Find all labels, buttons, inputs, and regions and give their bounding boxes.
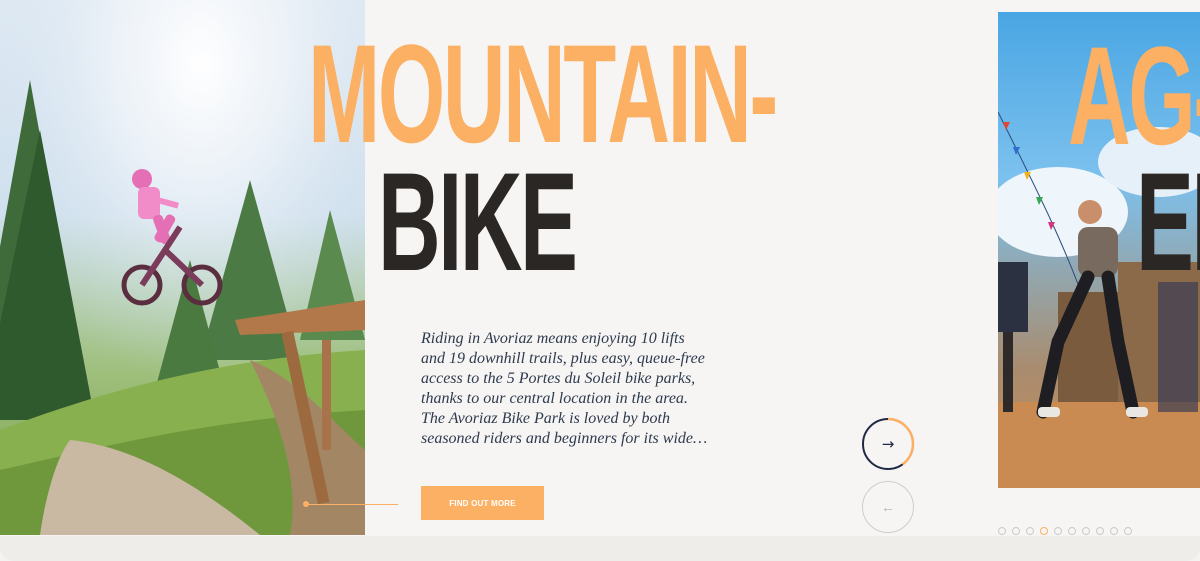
slide-description: Riding in Avoriaz means enjoying 10 lift… [421, 330, 708, 447]
pagination-dot[interactable] [1054, 527, 1062, 535]
arrow-right-icon: → [882, 435, 895, 453]
pagination-dot[interactable] [1096, 527, 1104, 535]
next-progress-ring: → [861, 417, 915, 471]
next-slide-title-line-2: EI [1136, 143, 1200, 300]
arrow-left-icon: ← [881, 499, 895, 515]
pagination-dot[interactable] [1026, 527, 1034, 535]
previous-slide-button[interactable]: ← [862, 481, 914, 533]
pagination-dot[interactable] [1012, 527, 1020, 535]
pagination-dot[interactable] [1110, 527, 1118, 535]
slider-frame: MOUNTAIN- BIKE Riding in Avoriaz means e… [0, 0, 1200, 561]
pagination-dot[interactable] [1124, 527, 1132, 535]
connector-line [305, 504, 398, 505]
page-bottom-band [0, 536, 1200, 561]
slide-title-line-2: BIKE [378, 143, 578, 300]
pagination-dot[interactable] [1082, 527, 1090, 535]
slide-pagination [998, 527, 1132, 535]
next-slide-button[interactable]: → [861, 417, 915, 471]
pagination-dot[interactable] [1040, 527, 1048, 535]
find-out-more-button[interactable]: FIND OUT MORE [421, 486, 544, 520]
pagination-dot[interactable] [998, 527, 1006, 535]
pagination-dot[interactable] [1068, 527, 1076, 535]
